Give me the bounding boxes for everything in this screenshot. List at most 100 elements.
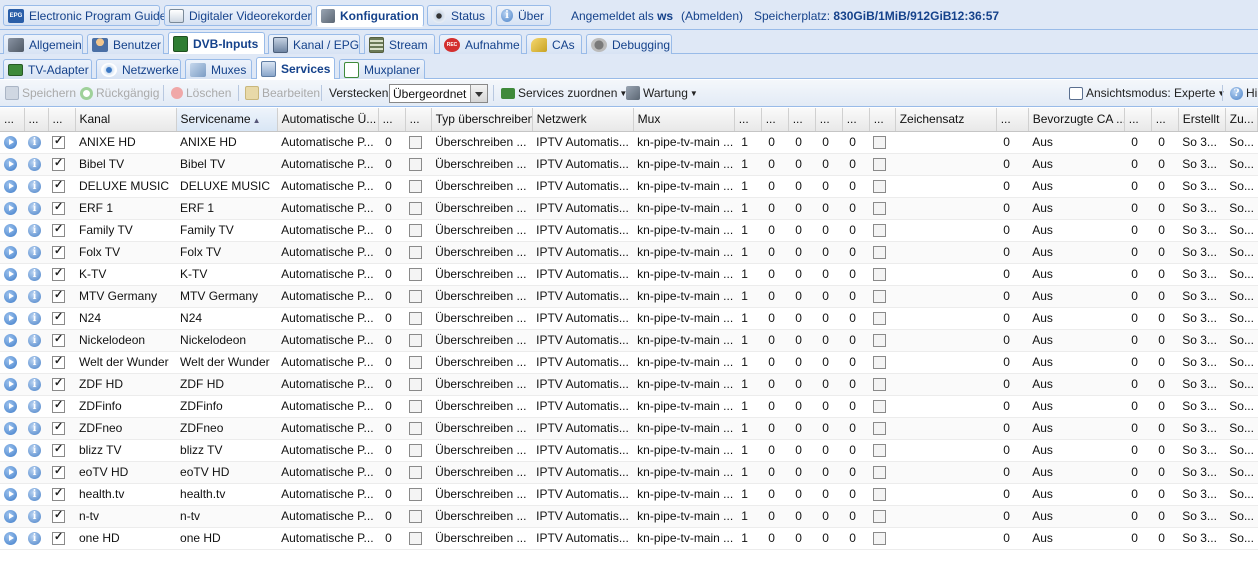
enabled-checkbox[interactable] — [52, 200, 65, 216]
info-icon[interactable]: i — [28, 202, 41, 216]
checkbox[interactable] — [409, 488, 423, 502]
checkbox[interactable] — [873, 224, 887, 238]
checkbox[interactable] — [873, 444, 887, 458]
enabled-checkbox[interactable] — [52, 464, 65, 480]
tab-about[interactable]: i Über — [496, 5, 551, 26]
checkbox[interactable] — [873, 312, 887, 326]
tab-epg[interactable]: EPG Electronic Program Guide — [3, 5, 166, 26]
play-icon[interactable] — [4, 158, 17, 172]
table-row[interactable]: iBibel TVBibel TVAutomatische P...0Übers… — [0, 153, 1258, 176]
table-row[interactable]: iZDF HDZDF HDAutomatische P...0Überschre… — [0, 373, 1258, 396]
info-icon[interactable]: i — [28, 400, 41, 414]
info-icon[interactable]: i — [28, 378, 41, 392]
play-icon[interactable] — [4, 356, 17, 370]
table-row[interactable]: iZDFneoZDFneoAutomatische P...0Überschre… — [0, 417, 1258, 440]
info-icon[interactable]: i — [28, 466, 41, 480]
column-header[interactable]: ... — [761, 108, 789, 132]
play-icon[interactable] — [4, 268, 17, 282]
checkbox[interactable] — [409, 422, 423, 436]
column-header[interactable]: ... — [734, 108, 762, 132]
column-header[interactable]: ... — [0, 108, 25, 132]
maintenance-button[interactable]: Wartung ▼ — [626, 86, 698, 100]
enabled-checkbox[interactable] — [52, 222, 65, 238]
column-header[interactable]: ... — [788, 108, 816, 132]
info-icon[interactable]: i — [28, 246, 41, 260]
enabled-checkbox[interactable] — [52, 310, 65, 326]
table-row[interactable]: iDELUXE MUSICDELUXE MUSICAutomatische P.… — [0, 175, 1258, 198]
play-icon[interactable] — [4, 180, 17, 194]
tab-services[interactable]: Services — [256, 57, 335, 79]
table-row[interactable]: iZDFinfoZDFinfoAutomatische P...0Übersch… — [0, 395, 1258, 418]
play-icon[interactable] — [4, 246, 17, 260]
tab-stream[interactable]: Stream — [364, 34, 435, 54]
tab-general[interactable]: Allgemein — [3, 34, 83, 54]
enabled-checkbox[interactable] — [52, 156, 65, 172]
column-header[interactable]: ... — [1124, 108, 1152, 132]
checkbox[interactable] — [409, 246, 423, 260]
checkbox[interactable] — [409, 202, 423, 216]
tab-muxplaner[interactable]: Muxplaner — [339, 59, 425, 79]
table-row[interactable]: iFolx TVFolx TVAutomatische P...0Übersch… — [0, 241, 1258, 264]
logout-link[interactable]: (Abmelden) — [681, 9, 743, 23]
play-icon[interactable] — [4, 290, 17, 304]
enabled-checkbox[interactable] — [52, 266, 65, 282]
checkbox[interactable] — [409, 268, 423, 282]
assign-services-button[interactable]: Services zuordnen ▼ — [501, 86, 627, 100]
info-icon[interactable]: i — [28, 312, 41, 326]
enabled-checkbox[interactable] — [52, 354, 65, 370]
info-icon[interactable]: i — [28, 180, 41, 194]
info-icon[interactable]: i — [28, 356, 41, 370]
checkbox[interactable] — [409, 400, 423, 414]
checkbox[interactable] — [873, 378, 887, 392]
column-header[interactable]: Zeichensatz — [895, 108, 997, 132]
info-icon[interactable]: i — [28, 136, 41, 150]
undo-button[interactable]: Rückgängig — [80, 86, 159, 100]
enabled-checkbox[interactable] — [52, 376, 65, 392]
enabled-checkbox[interactable] — [52, 530, 65, 546]
play-icon[interactable] — [4, 334, 17, 348]
column-header[interactable]: Automatische Ü... — [277, 108, 379, 132]
tab-dvr[interactable]: Digitaler Videorekorder — [164, 5, 312, 26]
column-header[interactable]: ... — [842, 108, 870, 132]
hide-select[interactable]: Übergeordnet d — [389, 84, 488, 103]
play-icon[interactable] — [4, 510, 17, 524]
table-row[interactable]: iWelt der WunderWelt der WunderAutomatis… — [0, 351, 1258, 374]
view-mode-button[interactable]: Ansichtsmodus: Experte ▼ — [1069, 86, 1225, 100]
column-header[interactable]: ... — [378, 108, 406, 132]
checkbox[interactable] — [873, 422, 887, 436]
checkbox[interactable] — [409, 290, 423, 304]
checkbox[interactable] — [873, 202, 887, 216]
help-button[interactable]: ? Hi — [1230, 86, 1257, 100]
info-icon[interactable]: i — [28, 510, 41, 524]
column-header[interactable]: Mux — [633, 108, 735, 132]
play-icon[interactable] — [4, 312, 17, 326]
checkbox[interactable] — [873, 532, 887, 546]
table-row[interactable]: ione HDone HDAutomatische P...0Überschre… — [0, 527, 1258, 550]
column-header[interactable]: Typ überschreiben — [431, 108, 533, 132]
info-icon[interactable]: i — [28, 532, 41, 546]
info-icon[interactable]: i — [28, 444, 41, 458]
column-header[interactable]: ... — [1151, 108, 1179, 132]
play-icon[interactable] — [4, 202, 17, 216]
checkbox[interactable] — [873, 290, 887, 304]
checkbox[interactable] — [409, 180, 423, 194]
column-header[interactable]: ... — [48, 108, 76, 132]
checkbox[interactable] — [409, 532, 423, 546]
column-header[interactable]: Bevorzugte CA ... — [1028, 108, 1125, 132]
checkbox[interactable] — [409, 510, 423, 524]
checkbox[interactable] — [873, 488, 887, 502]
play-icon[interactable] — [4, 224, 17, 238]
play-icon[interactable] — [4, 466, 17, 480]
checkbox[interactable] — [409, 378, 423, 392]
enabled-checkbox[interactable] — [52, 134, 65, 150]
tab-debugging[interactable]: Debugging — [586, 34, 672, 54]
enabled-checkbox[interactable] — [52, 178, 65, 194]
enabled-checkbox[interactable] — [52, 244, 65, 260]
table-row[interactable]: iMTV GermanyMTV GermanyAutomatische P...… — [0, 285, 1258, 308]
table-row[interactable]: iblizz TVblizz TVAutomatische P...0Übers… — [0, 439, 1258, 462]
checkbox[interactable] — [409, 224, 423, 238]
column-header[interactable]: ... — [869, 108, 896, 132]
table-row[interactable]: iANIXE HDANIXE HDAutomatische P...0Übers… — [0, 131, 1258, 154]
column-header[interactable]: Netzwerk — [532, 108, 634, 132]
checkbox[interactable] — [409, 312, 423, 326]
